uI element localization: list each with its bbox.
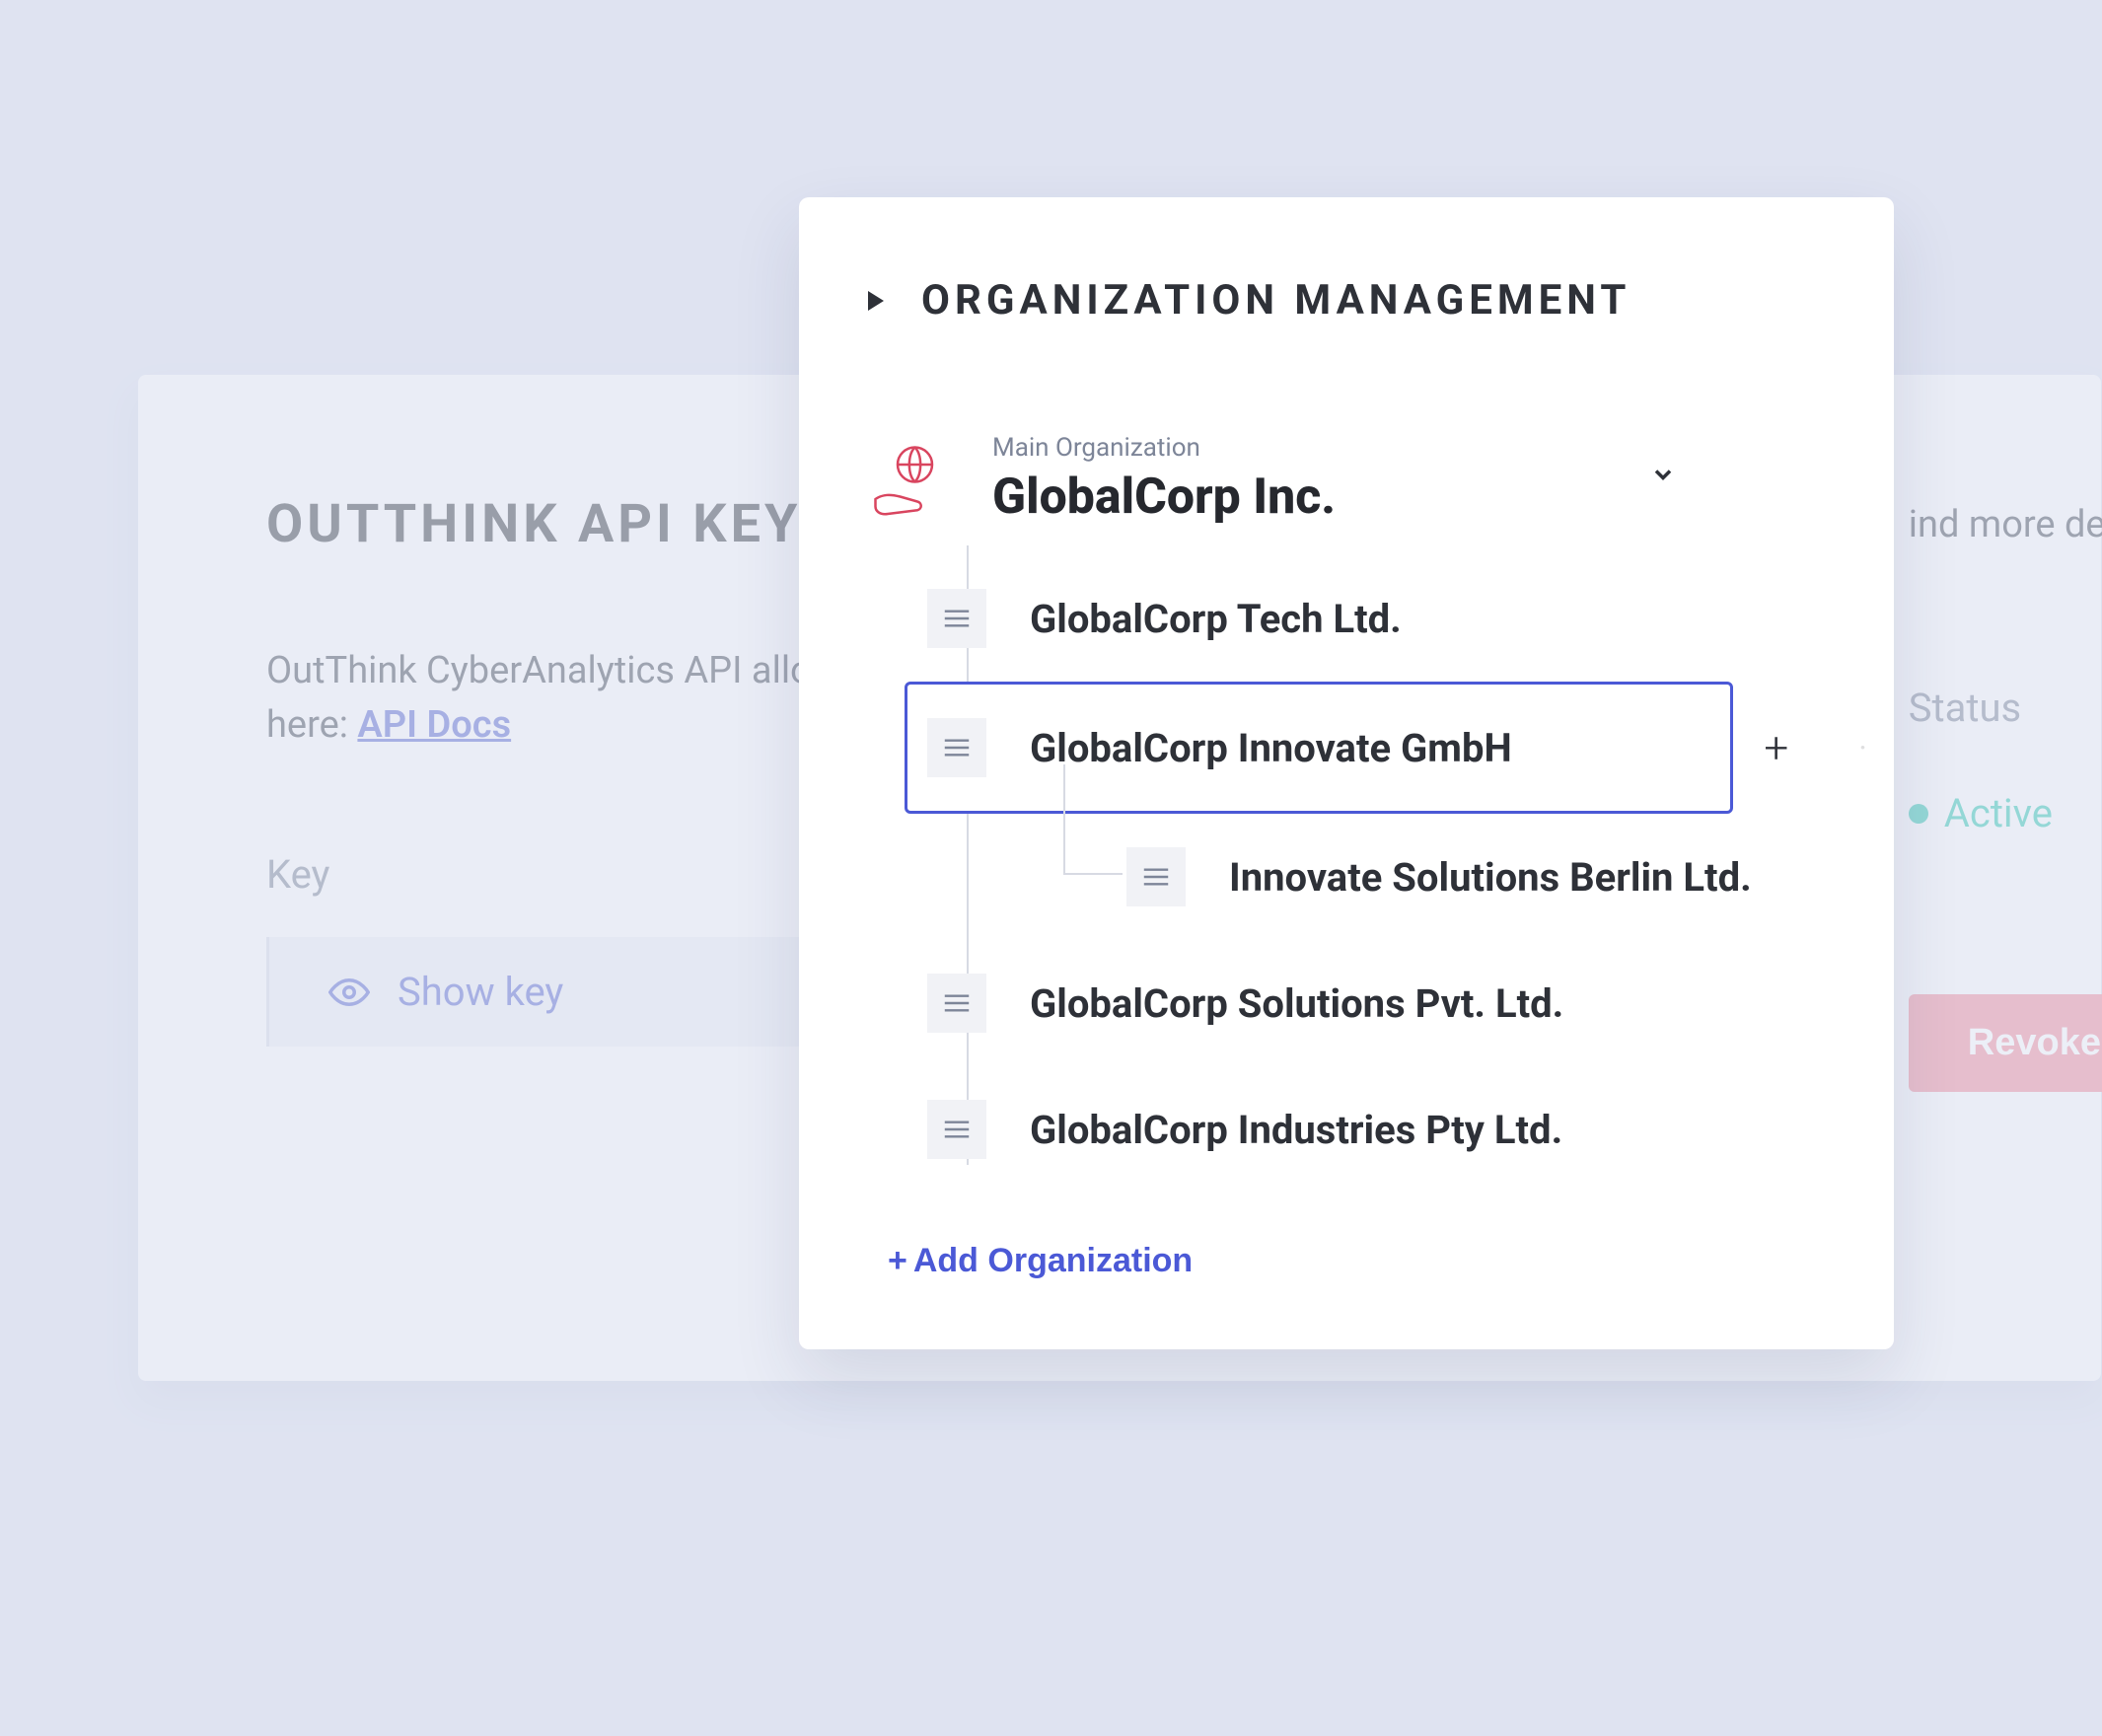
- org-tree: GlobalCorp Tech Ltd. GlobalCorp Innovate…: [907, 555, 1825, 1193]
- org-node[interactable]: GlobalCorp Tech Ltd.: [907, 555, 1825, 682]
- org-panel-header[interactable]: ORGANIZATION MANAGEMENT: [868, 276, 1825, 325]
- status-column-label: Status: [1909, 685, 2021, 731]
- drag-handle-icon[interactable]: [1126, 847, 1186, 906]
- org-management-panel: ORGANIZATION MANAGEMENT Main Organizatio…: [799, 197, 1894, 1349]
- add-organization-button[interactable]: +Add Organization: [888, 1242, 1193, 1280]
- org-node[interactable]: GlobalCorp Industries Pty Ltd.: [907, 1066, 1825, 1193]
- drag-handle-icon[interactable]: [927, 718, 986, 777]
- main-org-text: Main Organization GlobalCorp Inc.: [992, 433, 1336, 526]
- add-child-button[interactable]: +: [1764, 726, 1788, 769]
- status-text: Active: [1944, 790, 2053, 836]
- plus-icon: +: [888, 1242, 907, 1280]
- drag-handle-icon[interactable]: [927, 1100, 986, 1159]
- right-column-stack: ind more det Status Active Revoke: [1909, 503, 2102, 1092]
- eye-icon: [328, 972, 370, 1013]
- org-node-label: GlobalCorp Tech Ltd.: [1030, 596, 1402, 642]
- org-node-label: Innovate Solutions Berlin Ltd.: [1229, 854, 1752, 901]
- api-docs-link[interactable]: API Docs: [357, 703, 511, 747]
- globe-hand-icon: [868, 440, 947, 519]
- org-node-label: GlobalCorp Solutions Pvt. Ltd.: [1030, 980, 1563, 1027]
- org-node-label: GlobalCorp Industries Pty Ltd.: [1030, 1107, 1562, 1153]
- api-desc-line1: OutThink CyberAnalytics API allow: [266, 649, 839, 692]
- add-organization-label: Add Organization: [913, 1242, 1193, 1280]
- status-dot-icon: [1909, 804, 1928, 824]
- org-panel-heading: ORGANIZATION MANAGEMENT: [921, 276, 1631, 325]
- org-node-actions: + ·: [1764, 726, 1868, 769]
- org-node-selected[interactable]: GlobalCorp Innovate GmbH + ·: [905, 682, 1733, 814]
- chevron-down-icon[interactable]: [1649, 461, 1677, 492]
- org-node[interactable]: Innovate Solutions Berlin Ltd.: [1006, 814, 1825, 940]
- more-actions-button[interactable]: ·: [1857, 726, 1868, 769]
- main-org-row[interactable]: Main Organization GlobalCorp Inc.: [868, 433, 1825, 526]
- revoke-button[interactable]: Revoke: [1909, 994, 2102, 1092]
- find-more-text: ind more det: [1909, 503, 2102, 546]
- org-child-block: Innovate Solutions Berlin Ltd.: [1006, 814, 1825, 940]
- org-node-label: GlobalCorp Innovate GmbH: [1030, 725, 1512, 771]
- main-org-name: GlobalCorp Inc.: [992, 469, 1336, 526]
- drag-handle-icon[interactable]: [927, 974, 986, 1033]
- drag-handle-icon[interactable]: [927, 589, 986, 648]
- show-key-label: Show key: [398, 969, 563, 1015]
- status-value: Active: [1909, 790, 2053, 836]
- org-node[interactable]: GlobalCorp Solutions Pvt. Ltd.: [907, 940, 1825, 1066]
- api-desc-line2-prefix: here:: [266, 703, 357, 747]
- main-org-label: Main Organization: [992, 433, 1336, 463]
- collapse-triangle-icon: [868, 291, 884, 311]
